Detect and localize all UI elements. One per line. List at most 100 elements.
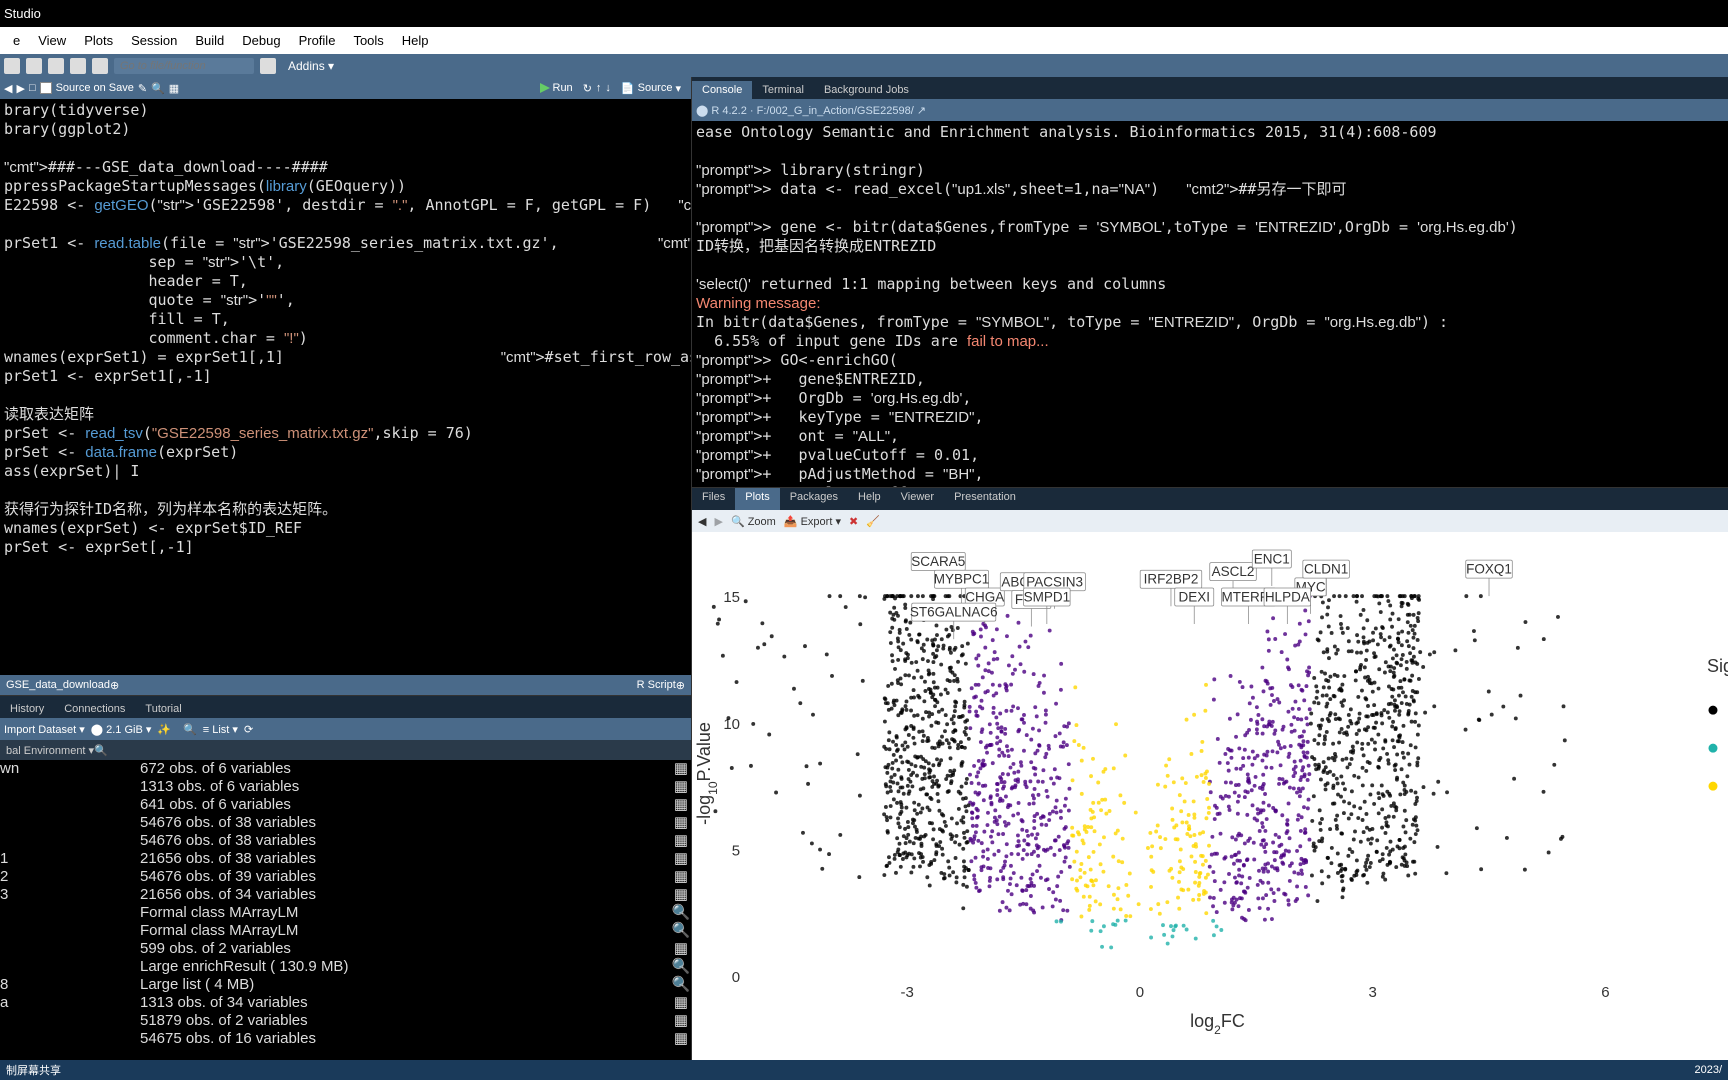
env-row[interactable]: Formal class MArrayLM🔍 — [0, 904, 691, 922]
env-row[interactable]: wn672 obs. of 6 variables▦ — [0, 760, 691, 778]
svg-text:IRF2BP2: IRF2BP2 — [1144, 572, 1199, 587]
import-dataset-dropdown[interactable]: Import Dataset ▾ — [4, 723, 85, 736]
svg-text:0: 0 — [1136, 984, 1144, 1001]
menu-item[interactable]: Help — [393, 33, 438, 48]
open-file-icon[interactable] — [48, 58, 64, 74]
svg-text:ASCL2: ASCL2 — [1212, 564, 1255, 579]
env-row[interactable]: 54676 obs. of 38 variables▦ — [0, 814, 691, 832]
env-row[interactable]: 321656 obs. of 34 variables▦ — [0, 886, 691, 904]
svg-text:Sign: Sign — [1707, 656, 1728, 676]
tab-terminal[interactable]: Terminal — [752, 81, 814, 99]
svg-text:15: 15 — [723, 589, 740, 606]
up-icon[interactable]: ↑ — [596, 82, 602, 94]
main-toolbar: Addins ▾ — [0, 54, 1728, 77]
search-icon[interactable]: 🔍 — [183, 723, 197, 736]
r-version-label[interactable]: ⬤ R 4.2.2 · F:/002_G_in_Action/GSE22598/… — [696, 104, 926, 117]
tab-files[interactable]: Files — [692, 488, 735, 510]
console-tabs: Console Terminal Background Jobs — [692, 77, 1728, 99]
list-view-dropdown[interactable]: ≡ List ▾ — [203, 723, 238, 736]
new-file-icon[interactable] — [4, 58, 20, 74]
env-scope-dropdown[interactable]: bal Environment ▾ — [6, 744, 94, 757]
env-row[interactable]: 599 obs. of 2 variables▦ — [0, 940, 691, 958]
tab-presentation[interactable]: Presentation — [944, 488, 1026, 510]
source-button[interactable]: 📄 Source ▾ — [615, 82, 687, 95]
compile-icon[interactable]: ▦ — [169, 82, 179, 95]
svg-text:-3: -3 — [901, 984, 914, 1001]
goto-file-input[interactable] — [114, 58, 254, 74]
tab-viewer[interactable]: Viewer — [891, 488, 944, 510]
remove-plot-icon[interactable]: ✖ — [849, 515, 858, 528]
grid-icon[interactable] — [260, 58, 276, 74]
menu-item[interactable]: Profile — [290, 33, 345, 48]
svg-text:10: 10 — [723, 716, 740, 733]
env-row[interactable]: 8Large list ( 4 MB)🔍 — [0, 976, 691, 994]
console-output[interactable]: ease Ontology Semantic and Enrichment an… — [692, 121, 1728, 487]
forward-icon[interactable]: ▶ — [16, 82, 24, 95]
env-row[interactable]: 54676 obs. of 38 variables▦ — [0, 832, 691, 850]
tab-connections[interactable]: Connections — [54, 700, 135, 718]
run-button[interactable]: Run — [534, 82, 579, 94]
plot-next-icon[interactable]: ▶ — [714, 515, 722, 528]
plot-prev-icon[interactable]: ◀ — [698, 515, 706, 528]
source-on-save-label: Source on Save — [56, 82, 134, 94]
env-row[interactable]: 1313 obs. of 6 variables▦ — [0, 778, 691, 796]
tab-packages[interactable]: Packages — [780, 488, 848, 510]
find-icon[interactable]: 🔍 — [151, 82, 165, 95]
menu-item[interactable]: e — [4, 33, 29, 48]
env-row[interactable]: Large enrichResult ( 130.9 MB)🔍 — [0, 958, 691, 976]
console-pane: Console Terminal Background Jobs ⬤ R 4.2… — [692, 77, 1728, 487]
wand-icon[interactable]: ✎ — [138, 82, 147, 95]
broom-icon[interactable]: ✨ — [157, 723, 171, 736]
export-dropdown[interactable]: 📤 Export ▾ — [784, 515, 841, 528]
source-on-save-checkbox[interactable] — [40, 82, 52, 94]
memory-indicator[interactable]: ⬤ 2.1 GiB ▾ — [91, 723, 152, 736]
svg-text:5: 5 — [732, 842, 740, 859]
svg-text:CLDN1: CLDN1 — [1304, 562, 1348, 577]
tab-background-jobs[interactable]: Background Jobs — [814, 81, 919, 99]
volcano-plot: -3036051015log2FC-log10P.ValueSCARA5MYBP… — [692, 532, 1728, 1060]
env-row[interactable]: 254676 obs. of 39 variables▦ — [0, 868, 691, 886]
source-pane: ◀ ▶ □ Source on Save ✎ 🔍 ▦ Run ↻ ↑ ↓ 📄 S… — [0, 77, 691, 695]
menu-item[interactable]: Session — [122, 33, 186, 48]
tab-history[interactable]: History — [0, 700, 54, 718]
clear-plots-icon[interactable]: 🧹 — [866, 515, 880, 528]
code-editor[interactable]: brary(tidyverse) brary(ggplot2) "cmt">##… — [0, 99, 691, 675]
env-row[interactable]: 121656 obs. of 38 variables▦ — [0, 850, 691, 868]
env-row[interactable]: 641 obs. of 6 variables▦ — [0, 796, 691, 814]
console-toolbar: ⬤ R 4.2.2 · F:/002_G_in_Action/GSE22598/… — [692, 99, 1728, 121]
save-icon[interactable] — [70, 58, 86, 74]
env-row[interactable]: a1313 obs. of 34 variables▦ — [0, 994, 691, 1012]
plot-toolbar: ◀ ▶ 🔍 Zoom 📤 Export ▾ ✖ 🧹 — [692, 510, 1728, 532]
menu-item[interactable]: Build — [186, 33, 233, 48]
env-list[interactable]: wn672 obs. of 6 variables▦1313 obs. of 6… — [0, 760, 691, 1060]
refresh-icon[interactable]: ⟳ — [244, 723, 253, 736]
print-icon[interactable] — [92, 58, 108, 74]
menu-item[interactable]: Plots — [75, 33, 122, 48]
function-navigator[interactable]: GSE_data_download — [6, 679, 110, 691]
menu-item[interactable]: Tools — [344, 33, 392, 48]
env-search-input[interactable] — [114, 743, 685, 758]
show-icon[interactable]: □ — [29, 82, 36, 94]
menu-item[interactable]: Debug — [233, 33, 289, 48]
back-icon[interactable]: ◀ — [4, 82, 12, 95]
svg-text:HLPDA: HLPDA — [1265, 589, 1310, 604]
tab-help[interactable]: Help — [848, 488, 891, 510]
svg-text:3: 3 — [1368, 984, 1376, 1001]
down-icon[interactable]: ↓ — [605, 82, 611, 94]
tab-console[interactable]: Console — [692, 81, 752, 99]
env-row[interactable]: 54675 obs. of 16 variables▦ — [0, 1030, 691, 1048]
zoom-button[interactable]: 🔍 Zoom — [731, 515, 776, 528]
environment-pane: History Connections Tutorial Import Data… — [0, 695, 691, 1060]
rerun-icon[interactable]: ↻ — [583, 82, 592, 95]
tab-plots[interactable]: Plots — [735, 488, 779, 510]
env-toolbar: Import Dataset ▾ ⬤ 2.1 GiB ▾ ✨ 🔍 ≡ List … — [0, 718, 691, 740]
env-row[interactable]: 51879 obs. of 2 variables▦ — [0, 1012, 691, 1030]
tab-tutorial[interactable]: Tutorial — [135, 700, 191, 718]
env-row[interactable]: Formal class MArrayLM🔍 — [0, 922, 691, 940]
plot-pane: Files Plots Packages Help Viewer Present… — [692, 487, 1728, 1060]
env-tabs: History Connections Tutorial — [0, 696, 691, 718]
menu-bar: e View Plots Session Build Debug Profile… — [0, 27, 1728, 54]
new-project-icon[interactable] — [26, 58, 42, 74]
addins-dropdown[interactable]: Addins ▾ — [282, 59, 340, 73]
menu-item[interactable]: View — [29, 33, 75, 48]
